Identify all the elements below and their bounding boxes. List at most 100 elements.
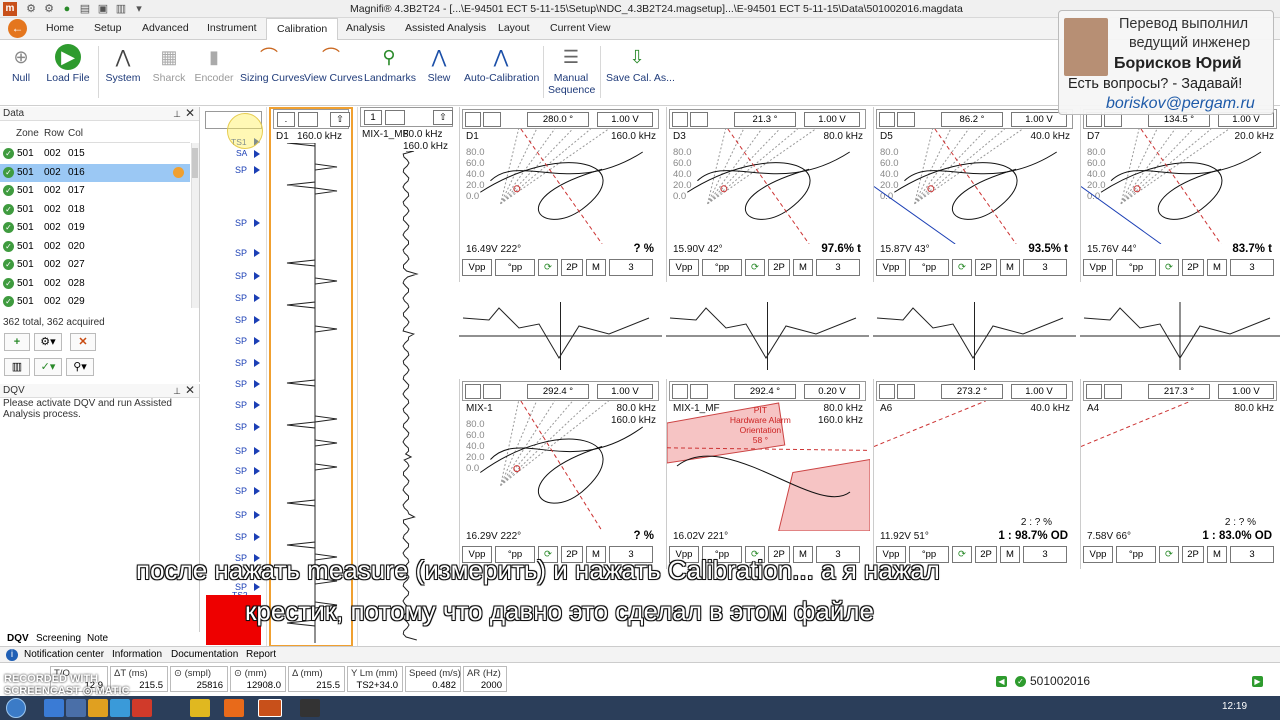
open-folder-icon[interactable]: ▤ <box>78 2 92 16</box>
sharck-button[interactable]: ▦ Sharck <box>150 44 188 84</box>
lissajous-panel[interactable]: 273.2 ° 1.00 V A6 40.0 kHz 11.92V 51° 2 : ? %… <box>873 379 1076 569</box>
volts-per-div-field[interactable]: 1.00 V <box>597 112 653 127</box>
encoder-button[interactable]: ▮ Encoder <box>194 44 234 84</box>
volts-per-div-field[interactable]: 0.20 V <box>804 384 860 399</box>
rotation-field[interactable]: 292.4 ° <box>734 384 796 399</box>
two-point-button[interactable]: 2P <box>975 259 997 276</box>
settings-dropdown-icon[interactable]: ⚙▾ <box>34 333 62 351</box>
landmark-sp[interactable]: SP <box>235 315 247 326</box>
tab-home[interactable]: Home <box>36 18 84 39</box>
tab-advanced[interactable]: Advanced <box>132 18 199 39</box>
landmark-sp[interactable]: SP <box>235 358 247 369</box>
channel-options[interactable] <box>690 112 708 127</box>
firefox-icon[interactable] <box>224 699 244 717</box>
pin-icon[interactable]: ⊥ <box>173 107 181 121</box>
rotation-field[interactable]: 86.2 ° <box>941 112 1003 127</box>
media-icon[interactable] <box>132 699 152 717</box>
lissajous-panel[interactable]: 21.3 ° 1.00 V D3 80.0 kHz 80.0 60.0 40.0 20.0 0.… <box>666 107 869 282</box>
null-button[interactable]: ⊕ Null <box>6 44 36 84</box>
channel-dropdown[interactable]: . <box>277 112 295 127</box>
landmark-sp[interactable]: SP <box>235 293 247 304</box>
phase-pp-button[interactable]: °pp <box>1116 546 1156 563</box>
landmark-sp[interactable]: SP <box>235 271 247 282</box>
up-arrow-icon[interactable]: ⇧ <box>330 112 350 127</box>
max-button[interactable]: M <box>1207 259 1227 276</box>
landmarks-button[interactable]: ⚲ Landmarks <box>364 44 416 84</box>
vpp-button[interactable]: Vpp <box>1083 546 1113 563</box>
channel-dropdown[interactable] <box>672 112 688 127</box>
auto-calibration-button[interactable]: ⋀ Auto-Calibration <box>464 44 539 84</box>
table-row[interactable]: ✓ 501 002 016 <box>0 163 190 182</box>
filter-dropdown-icon[interactable]: ⚲▾ <box>66 358 94 376</box>
max-button[interactable]: M <box>1000 259 1020 276</box>
points-field[interactable]: 3 <box>816 259 860 276</box>
tab-assisted-analysis[interactable]: Assisted Analysis <box>395 18 496 39</box>
channel-dropdown[interactable] <box>465 112 481 127</box>
settings-icon[interactable]: ⚙ <box>24 2 38 16</box>
channel-options[interactable] <box>298 112 318 127</box>
load-file-button[interactable]: ▶ Load File <box>46 44 90 84</box>
volts-per-div-field[interactable]: 1.00 V <box>804 112 860 127</box>
phase-pp-button[interactable]: °pp <box>702 259 742 276</box>
landmark-sp[interactable]: SP <box>235 400 247 411</box>
scrollbar-thumb[interactable] <box>192 148 198 178</box>
channel-dropdown[interactable] <box>879 384 895 399</box>
phase-pp-button[interactable]: °pp <box>495 259 535 276</box>
close-icon[interactable]: ✕ <box>185 106 195 120</box>
channel-dropdown[interactable] <box>672 384 688 399</box>
save-icon[interactable]: ▣ <box>96 2 110 16</box>
landmark-sa[interactable]: SA <box>236 148 247 159</box>
rotation-field[interactable]: 273.2 ° <box>941 384 1003 399</box>
start-button[interactable] <box>6 698 26 718</box>
table-row[interactable]: ✓ 501 002 017 <box>0 182 190 200</box>
manual-sequence-button[interactable]: ☰ Manual Sequence <box>548 44 595 96</box>
rotation-field[interactable]: 292.4 ° <box>527 384 589 399</box>
notification-center-tab[interactable]: Notification center <box>24 648 104 662</box>
max-button[interactable]: M <box>1000 546 1020 563</box>
tab-instrument[interactable]: Instrument <box>197 18 267 39</box>
channel-options[interactable] <box>897 112 915 127</box>
up-arrow-icon[interactable]: ⇧ <box>433 110 453 125</box>
landmark-sp[interactable]: SP <box>235 422 247 433</box>
refresh-icon[interactable]: ⟳ <box>1159 546 1179 563</box>
add-icon[interactable]: + <box>4 333 30 351</box>
vpp-button[interactable]: Vpp <box>462 259 492 276</box>
volts-per-div-field[interactable]: 1.00 V <box>1011 112 1067 127</box>
print-icon[interactable]: ▥ <box>114 2 128 16</box>
rotation-field[interactable]: 280.0 ° <box>527 112 589 127</box>
lissajous-panel[interactable]: 134.5 ° 1.00 V D7 20.0 kHz 80.0 60.0 40.0 20.0 0… <box>1080 107 1280 282</box>
table-row[interactable]: ✓ 501 002 027 <box>0 256 190 274</box>
two-point-button[interactable]: 2P <box>561 259 583 276</box>
app-icon[interactable] <box>190 699 210 717</box>
dropdown-icon[interactable]: ▾ <box>132 2 146 16</box>
terminal-icon[interactable] <box>300 699 320 717</box>
volts-per-div-field[interactable]: 1.00 V <box>1011 384 1067 399</box>
lissajous-panel[interactable]: 292.4 ° 1.00 V MIX-1 80.0 kHz 160.0 kHz 80.0 6… <box>459 379 662 569</box>
channel-options[interactable] <box>483 384 501 399</box>
landmark-sp[interactable]: SP <box>235 510 247 521</box>
vpp-button[interactable]: Vpp <box>876 259 906 276</box>
table-row[interactable]: ✓ 501 002 028 <box>0 275 190 293</box>
system-button[interactable]: ⋀ System <box>104 44 142 84</box>
landmark-sp[interactable]: SP <box>235 248 247 259</box>
tab-analysis[interactable]: Analysis <box>336 18 395 39</box>
sizing-curves-button[interactable]: ⌒ Sizing Curves <box>240 44 305 84</box>
landmark-sp[interactable]: SP <box>235 218 247 229</box>
tab-setup[interactable]: Setup <box>84 18 131 39</box>
column-header-row[interactable]: Row <box>44 128 64 139</box>
max-button[interactable]: M <box>1207 546 1227 563</box>
check-dropdown-icon[interactable]: ✓▾ <box>34 358 62 376</box>
view-curves-button[interactable]: ⌒ View Curves <box>304 44 363 84</box>
landmark-sp[interactable]: SP <box>235 336 247 347</box>
table-row[interactable]: ✓ 501 002 020 <box>0 238 190 256</box>
max-button[interactable]: M <box>793 259 813 276</box>
settings-icon[interactable]: ⚙ <box>42 2 56 16</box>
channel-options[interactable] <box>1104 384 1122 399</box>
rotation-field[interactable]: 21.3 ° <box>734 112 796 127</box>
channel-dropdown[interactable] <box>879 112 895 127</box>
refresh-icon[interactable]: ⟳ <box>745 259 765 276</box>
lissajous-panel[interactable]: 292.4 ° 0.20 V MIX-1_MF 80.0 kHz 160.0 kHz PI… <box>666 379 870 569</box>
channel-options[interactable] <box>385 110 405 125</box>
folder-icon[interactable] <box>88 699 108 717</box>
refresh-icon[interactable]: ⟳ <box>952 546 972 563</box>
